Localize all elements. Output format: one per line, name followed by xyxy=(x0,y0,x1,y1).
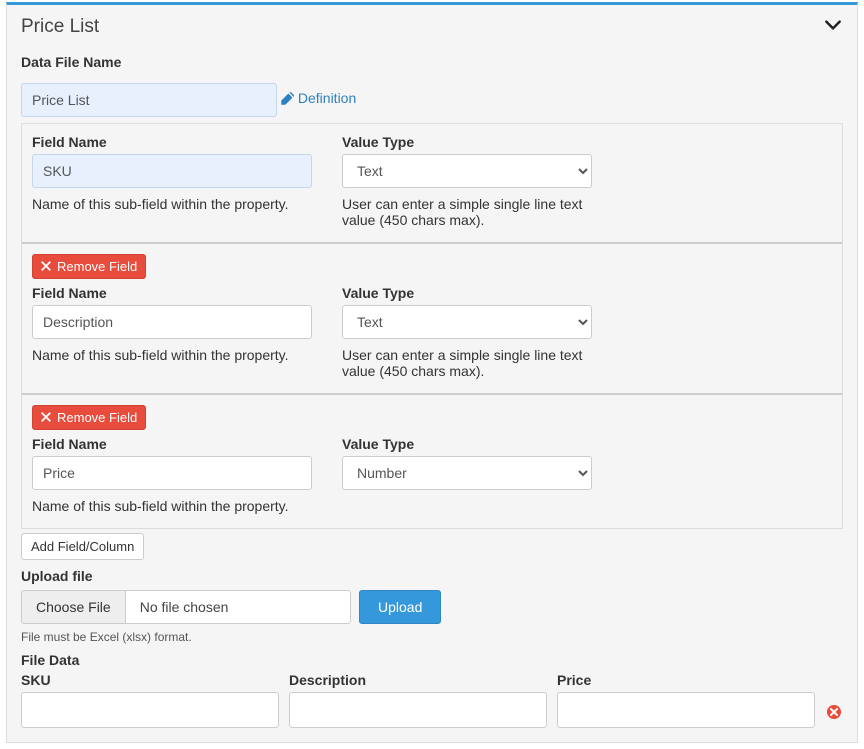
file-picker[interactable]: Choose File No file chosen xyxy=(21,590,351,624)
value-type-help: User can enter a simple single line text… xyxy=(342,347,592,379)
choose-file-button[interactable]: Choose File xyxy=(22,591,126,623)
field-name-label: Field Name xyxy=(32,285,312,301)
field-name-help: Name of this sub-field within the proper… xyxy=(32,196,312,212)
field-name-help: Name of this sub-field within the proper… xyxy=(32,347,312,363)
value-type-label: Value Type xyxy=(342,436,592,452)
field-name-input[interactable] xyxy=(32,154,312,188)
delete-row-button[interactable] xyxy=(825,704,843,728)
remove-field-button[interactable]: Remove Field xyxy=(32,254,146,279)
file-chosen-text: No file chosen xyxy=(126,591,350,623)
upload-row: Choose File No file chosen Upload xyxy=(21,590,843,624)
collapse-toggle[interactable] xyxy=(823,15,843,38)
panel-body: Data File Name Definition Field Name Name… xyxy=(7,44,857,742)
column-header: SKU xyxy=(21,672,279,688)
close-icon xyxy=(41,412,51,422)
field-block: Field Name Name of this sub-field within … xyxy=(22,124,842,242)
file-data-grid: SKU Description Price xyxy=(21,672,843,728)
pencil-icon xyxy=(281,92,294,105)
panel-header: Price List xyxy=(7,5,857,44)
field-name-input[interactable] xyxy=(32,305,312,339)
column-header: Price xyxy=(557,672,815,688)
file-data-column: SKU xyxy=(21,672,279,728)
value-type-label: Value Type xyxy=(342,134,592,150)
cell-input[interactable] xyxy=(21,692,279,728)
cell-input[interactable] xyxy=(557,692,815,728)
definition-link[interactable]: Definition xyxy=(281,90,356,106)
upload-file-label: Upload file xyxy=(21,568,843,584)
close-icon xyxy=(41,261,51,271)
data-file-name-input[interactable] xyxy=(21,83,277,117)
field-name-help: Name of this sub-field within the proper… xyxy=(32,498,312,514)
data-file-name-label: Data File Name xyxy=(21,54,843,70)
field-block: Remove Field Field Name Name of this sub-f… xyxy=(22,242,842,393)
upload-hint: File must be Excel (xlsx) format. xyxy=(21,630,843,644)
close-circle-icon xyxy=(826,704,842,720)
file-data-column: Description xyxy=(289,672,547,728)
remove-field-button[interactable]: Remove Field xyxy=(32,405,146,430)
field-block: Remove Field Field Name Name of this sub-f… xyxy=(22,393,842,528)
value-type-select[interactable]: TextNumber xyxy=(342,305,592,339)
cell-input[interactable] xyxy=(289,692,547,728)
column-header: Description xyxy=(289,672,547,688)
price-list-panel: Price List Data File Name Definition Fie… xyxy=(6,2,858,743)
add-field-button[interactable]: Add Field/Column xyxy=(21,533,144,560)
chevron-down-icon xyxy=(823,15,843,35)
definition-link-text: Definition xyxy=(298,90,356,106)
value-type-help: User can enter a simple single line text… xyxy=(342,196,592,228)
value-type-label: Value Type xyxy=(342,285,592,301)
fields-container: Field Name Name of this sub-field within … xyxy=(21,123,843,529)
file-data-label: File Data xyxy=(21,652,843,668)
value-type-select[interactable]: TextNumber xyxy=(342,456,592,490)
upload-button[interactable]: Upload xyxy=(359,590,441,624)
field-name-input[interactable] xyxy=(32,456,312,490)
value-type-select[interactable]: TextNumber xyxy=(342,154,592,188)
panel-title: Price List xyxy=(21,16,99,38)
field-name-label: Field Name xyxy=(32,436,312,452)
file-data-column: Price xyxy=(557,672,815,728)
field-name-label: Field Name xyxy=(32,134,312,150)
